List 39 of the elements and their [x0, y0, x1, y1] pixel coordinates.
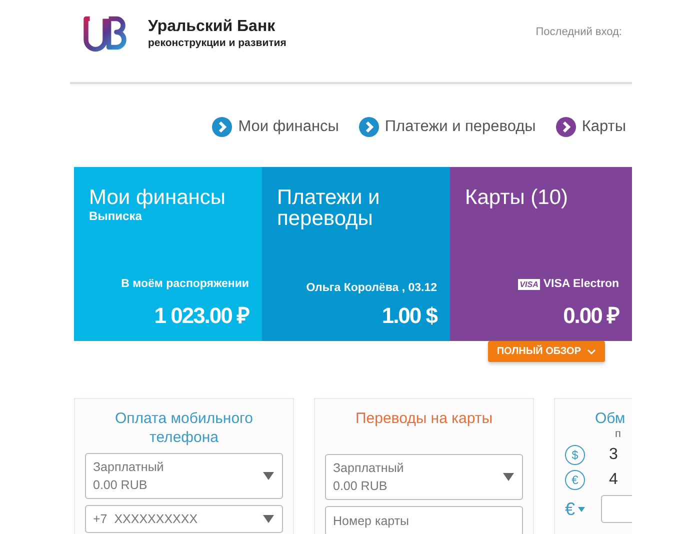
rate-value: 4 [609, 471, 618, 489]
widget-title: Переводы на карты [354, 409, 494, 428]
bank-name: Уральский Банк [148, 18, 276, 36]
dropdown-arrow-icon [578, 506, 586, 512]
chevron-down-icon [587, 348, 596, 354]
card-number-field[interactable]: Номер карты [325, 506, 523, 534]
overview-button[interactable]: ПОЛНЫЙ ОБЗОР [488, 341, 605, 362]
tile-amount: 0.00 ₽ [563, 302, 619, 329]
tile-subtitle[interactable]: Выписка [89, 209, 249, 223]
summary-tile[interactable]: Карты (10) VISA VISA Electron 0.00 ₽ [450, 167, 632, 341]
select-field[interactable]: Зарплатный 0.00 RUB [325, 454, 523, 500]
currency-circle-icon: $ [565, 445, 585, 465]
dropdown-arrow-icon [263, 472, 274, 480]
tile-amount: 1 023.00 ₽ [154, 302, 249, 329]
tile-amount: 1.00 $ [382, 303, 437, 329]
select-field[interactable]: +7 XXXXXXXXXX [85, 505, 283, 533]
widget-title: Обм [595, 409, 626, 428]
dropdown-arrow-icon [503, 473, 514, 481]
card-brand-badge: VISA [518, 278, 540, 290]
dropdown-arrow-icon [263, 515, 274, 523]
summary-tile[interactable]: Мои финансы Выписка В моём распоряжении 1 023.00 ₽ [74, 167, 262, 341]
currency-circle-icon: € [565, 470, 585, 490]
currency-select[interactable]: € [565, 498, 586, 520]
widget-title: Оплата мобильного телефона [114, 409, 254, 447]
rate-value: 3 [609, 446, 618, 464]
tile-caption: Ольга Королёва , 03.12 [306, 282, 437, 294]
column-label: п [615, 428, 621, 440]
tile-title: Мои финансы [89, 187, 226, 208]
nav-link[interactable]: Мои финансы [212, 117, 339, 137]
last-login-label: Последний вход: [536, 26, 622, 38]
tile-title: Карты (10) [465, 187, 570, 208]
tile-caption: VISA Electron [543, 278, 619, 290]
bank-subtitle: реконструкции и развития [148, 37, 286, 49]
tile-title: Платежи и переводы [277, 187, 381, 229]
summary-tile[interactable]: Платежи и переводы Ольга Королёва , 03.12 1.00 $ [262, 167, 450, 341]
nav-link[interactable]: Платежи и переводы [358, 117, 536, 137]
nav-link[interactable]: Карты [556, 117, 626, 137]
tile-caption: В моём распоряжении [121, 278, 249, 290]
select-field[interactable]: Зарплатный 0.00 RUB [85, 453, 283, 499]
